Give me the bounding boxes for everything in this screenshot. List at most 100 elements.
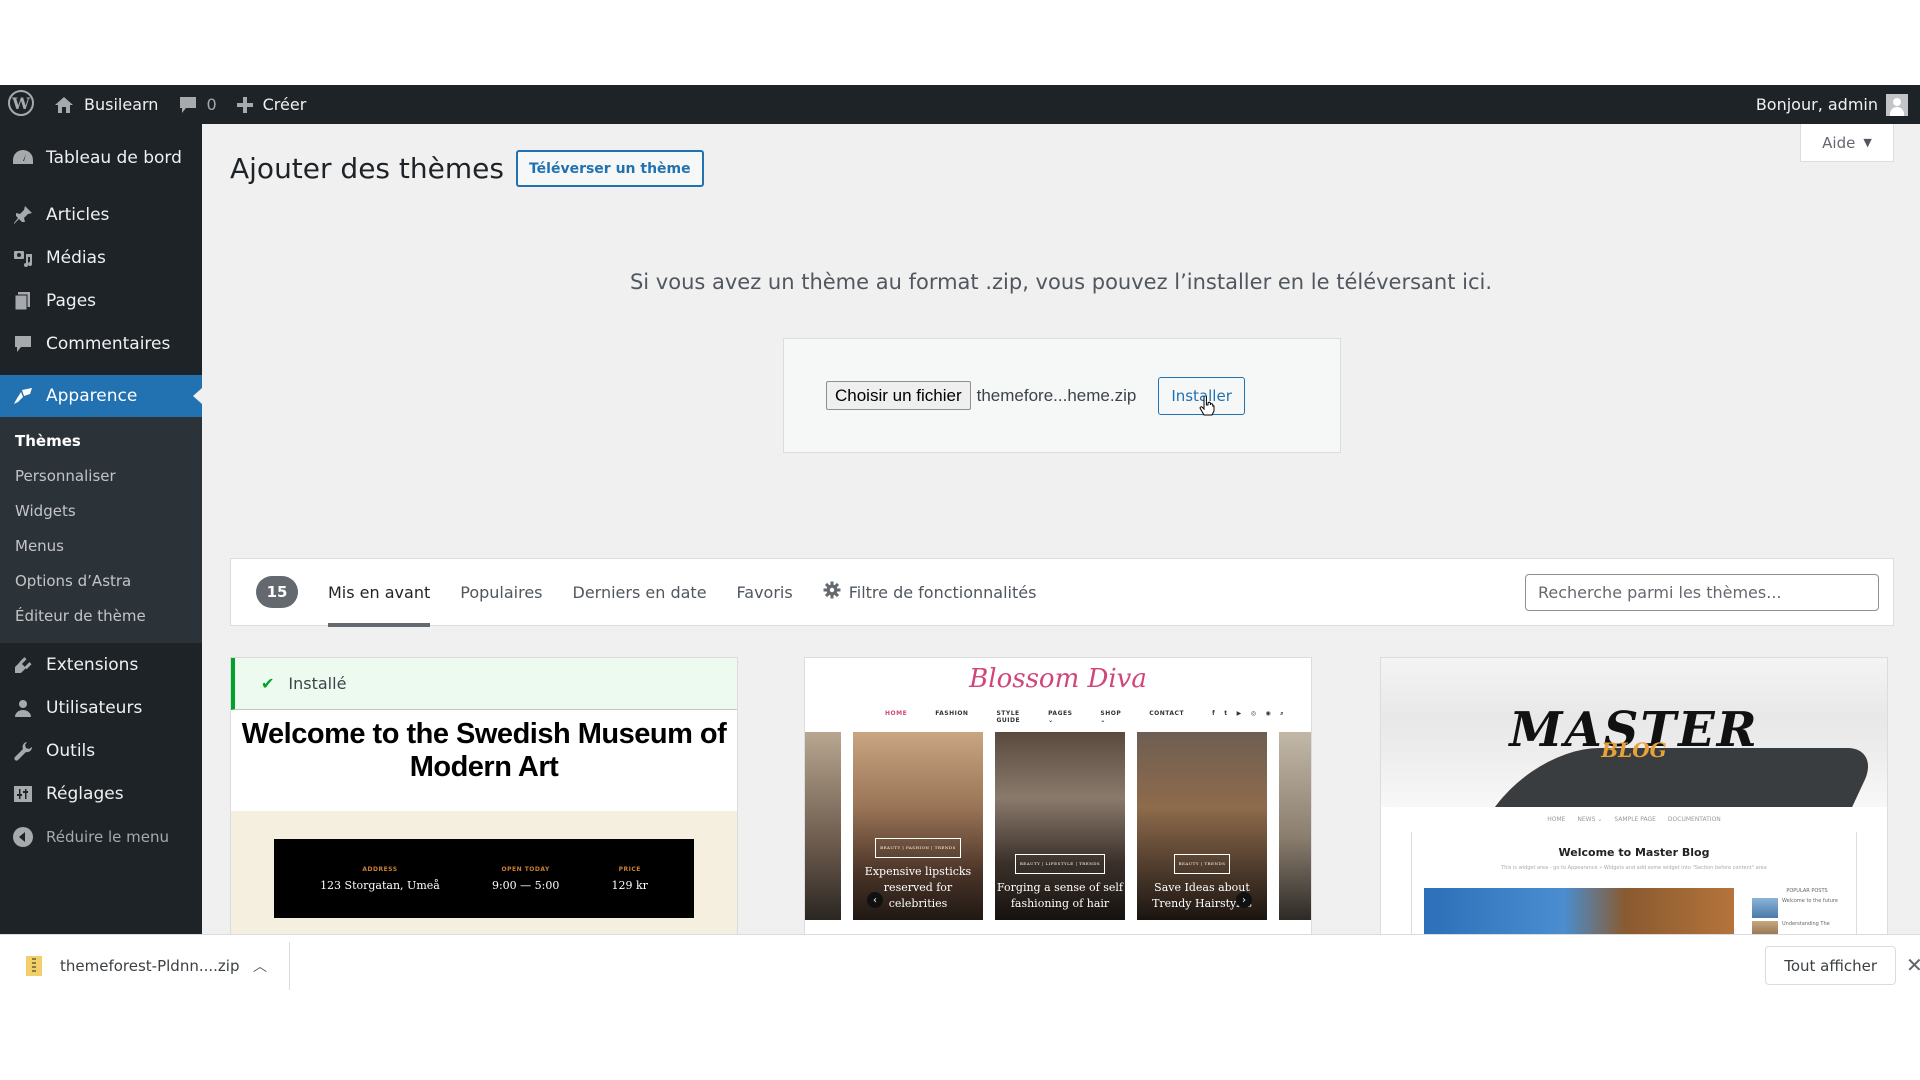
theme-card[interactable]: MASTER BLOG HOME NEWS ⌄ SAMPLE PAGE DOCU… [1380,657,1888,934]
theme-preview-logo: Blossom Diva [969,664,1147,694]
pinterest-icon: ◉ [1265,710,1272,717]
submenu-item-themes[interactable]: Thèmes [0,424,202,459]
theme-filter-bar: 15 Mis en avant Populaires Derniers en d… [230,558,1894,627]
info-value: 123 Storgatan, Umeå [320,878,440,892]
submenu-item-customize[interactable]: Personnaliser [0,459,202,494]
paintbrush-icon [12,385,34,407]
feature-filter-button[interactable]: Filtre de fonctionnalités [823,558,1036,626]
wordpress-logo-button[interactable]: W [0,85,44,124]
submenu-item-widgets[interactable]: Widgets [0,494,202,529]
screen-top-margin [0,0,1920,85]
sidebar-item-tools[interactable]: Outils [0,729,202,772]
tab-favorites[interactable]: Favoris [737,558,793,626]
media-icon [12,247,34,269]
plugin-icon [12,654,34,676]
sidebar-item-pages[interactable]: Pages [0,279,202,322]
help-label: Aide [1822,133,1856,152]
info-label: PRICE [618,865,641,873]
download-file-name: themeforest-Pldnn....zip [60,956,240,975]
sidebar-item-users[interactable]: Utilisateurs [0,686,202,729]
download-bar: themeforest-Pldnn....zip ︿ Tout afficher… [0,934,1920,996]
upload-theme-button[interactable]: Téléverser un thème [515,150,704,187]
installed-label: Installé [288,674,347,693]
sidebar-item-label: Apparence [46,386,138,406]
theme-search-input[interactable] [1525,573,1879,611]
pages-icon [12,290,34,312]
preview-nav-item: FASHION [935,710,969,717]
sidebar-item-label: Utilisateurs [46,697,143,718]
new-content-label: Créer [262,95,307,114]
help-tab-button[interactable]: Aide ▼ [1800,124,1894,162]
sidebar-item-label: Médias [46,247,106,268]
preview-featured-image [1424,888,1734,934]
user-icon [12,697,34,719]
sidebar-item-comments[interactable]: Commentaires [0,322,202,365]
info-value: 9:00 — 5:00 [491,878,560,892]
post-thumbnail [1752,898,1778,918]
new-content-link[interactable]: Créer [227,85,317,124]
preview-body: Welcome to Master Blog This is widget ar… [1411,832,1857,934]
tab-latest[interactable]: Derniers en date [573,558,707,626]
caret-down-icon: ▼ [1863,136,1872,149]
instagram-icon: ◎ [1250,710,1257,717]
screen-bottom-margin [0,996,1920,1080]
comment-icon [178,95,198,115]
page-title: Ajouter des thèmes [230,152,504,185]
popular-post-title: Understanding The [1782,921,1830,927]
sidebar-item-label: Pages [46,290,97,311]
collapse-arrow-icon [12,826,34,848]
preview-popular-posts: POPULAR POSTS Welcome to the future Unde… [1752,888,1862,934]
tab-popular[interactable]: Populaires [460,558,542,626]
sidebar-item-appearance[interactable]: Apparence [0,375,202,417]
theme-card[interactable]: Blossom Diva HOME FASHION STYLE GUIDE PA… [804,657,1312,934]
comments-link[interactable]: 0 [168,85,226,124]
tab-featured[interactable]: Mis en avant [328,558,431,627]
preview-slider: BEAUTY | FASHION | TRENDS Expensive lips… [805,730,1311,920]
preview-description: This is widget area - go to Appearance »… [1501,865,1767,871]
sidebar-item-medias[interactable]: Médias [0,236,202,279]
collapse-menu-button[interactable]: Réduire le menu [0,815,202,858]
preview-nav-item: SAMPLE PAGE [1614,816,1656,823]
sidebar-item-settings[interactable]: Réglages [0,772,202,815]
site-name-link[interactable]: Busilearn [44,85,168,124]
slide-tags: BEAUTY | LIFESTYLE | TRENDS [1014,854,1106,874]
download-item[interactable]: themeforest-Pldnn....zip ︿ [0,941,290,990]
preview-nav-item: PAGES ⌄ [1048,710,1073,724]
submenu-item-menus[interactable]: Menus [0,529,202,564]
svg-text:W: W [11,94,31,113]
admin-sidebar: Tableau de bord Articles Médias Pages Co… [0,124,202,934]
settings-icon [12,783,34,805]
theme-screenshot: ADDRESS 123 Storgatan, Umeå OPEN TODAY 9… [231,811,737,934]
show-all-downloads-button[interactable]: Tout afficher [1765,946,1896,985]
sidebar-item-label: Extensions [46,654,139,675]
sidebar-item-articles[interactable]: Articles [0,193,202,236]
youtube-icon: ▶ [1236,710,1242,717]
museum-info-box: ADDRESS 123 Storgatan, Umeå OPEN TODAY 9… [274,839,694,918]
sidebar-item-label: Réglages [46,783,124,804]
chevron-right-icon: › [1236,892,1252,908]
preview-nav-item: SHOP ⌄ [1100,710,1122,724]
close-icon[interactable]: ✕ [1906,953,1920,977]
chevron-up-icon[interactable]: ︿ [253,956,267,976]
preview-nav-item: HOME [885,710,908,717]
search-icon: ⌕ [1280,710,1285,717]
dashboard-icon [12,147,34,169]
sidebar-item-extensions[interactable]: Extensions [0,643,202,686]
slide-tags: BEAUTY | FASHION | TRENDS [875,838,961,858]
choose-file-button[interactable]: Choisir un fichier [826,381,971,410]
preview-nav-item: CONTACT [1149,710,1185,717]
theme-preview-headline: Welcome to the Swedish Museum of Modern … [241,718,727,783]
theme-card[interactable]: ✔ Installé Welcome to the Swedish Museum… [230,657,738,934]
submenu-item-theme-editor[interactable]: Éditeur de thème [0,599,202,634]
sidebar-item-label: Outils [46,740,96,761]
my-account-link[interactable]: Bonjour, admin [1746,85,1920,124]
comment-icon [12,333,34,355]
preview-welcome-heading: Welcome to Master Blog [1558,846,1710,859]
submenu-item-astra-options[interactable]: Options d’Astra [0,564,202,599]
home-icon [54,96,74,114]
sidebar-item-dashboard[interactable]: Tableau de bord [0,136,202,179]
install-button[interactable]: Installer [1158,376,1245,415]
upload-form: Choisir un fichier themefore...heme.zip … [783,338,1341,453]
preview-nav-item: HOME [1547,816,1566,823]
comments-count: 0 [206,95,217,114]
